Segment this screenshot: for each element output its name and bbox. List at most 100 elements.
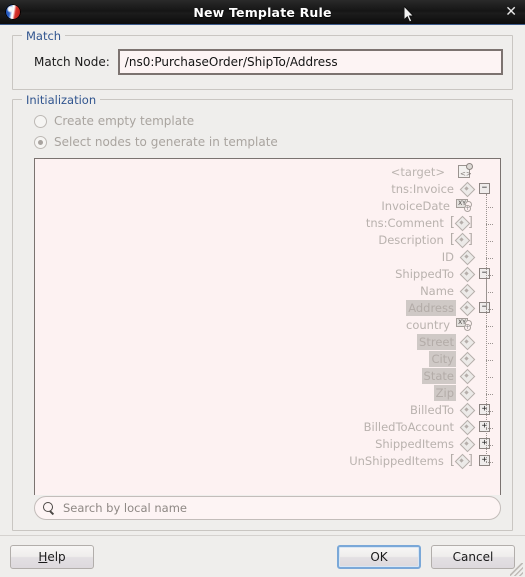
- node-selection-area: <target> <> tns:Invoice − InvoiceDate XY + tns:…: [34, 158, 501, 520]
- optional-element-icon: []: [449, 215, 473, 230]
- radio-button-selected-icon: [34, 135, 47, 149]
- expand-node-icon[interactable]: +: [479, 404, 490, 415]
- schema-tree-panel[interactable]: <target> <> tns:Invoice − InvoiceDate XY + tns:…: [34, 158, 501, 495]
- search-row[interactable]: Search by local name: [34, 496, 501, 520]
- expand-node-icon[interactable]: +: [479, 438, 490, 449]
- tree-connector-line: [486, 393, 493, 395]
- tree-row-label: BilledToAccount: [363, 419, 454, 434]
- radio-button-icon: [34, 114, 47, 128]
- optional-element-icon: []: [449, 453, 473, 468]
- close-icon[interactable]: ✕: [505, 5, 517, 19]
- tree-row-label: country: [406, 317, 450, 332]
- tree-row-label: Street: [417, 333, 456, 350]
- tree-row-label: ShippedTo: [395, 266, 454, 281]
- element-diamond-icon: [460, 403, 473, 416]
- tree-row[interactable]: UnShippedItems [] +: [35, 452, 494, 469]
- element-diamond-icon: [460, 437, 473, 450]
- element-diamond-icon: [460, 250, 473, 263]
- element-diamond-icon: [460, 420, 473, 433]
- element-diamond-icon: [460, 352, 473, 365]
- element-diamond-icon: [460, 267, 473, 280]
- tree-row-label: State: [421, 367, 456, 384]
- match-node-row: Match Node: /ns0:PurchaseOrder/ShipTo/Ad…: [22, 48, 503, 80]
- tree-row-label: tns:Invoice: [391, 181, 454, 196]
- tree-row[interactable]: Street: [35, 333, 494, 350]
- tree-connector-line: [486, 376, 493, 378]
- element-diamond-icon: [460, 369, 473, 382]
- radio-select-nodes-label: Select nodes to generate in template: [54, 135, 278, 149]
- tree-row-label: ShippedItems: [375, 436, 454, 451]
- match-group: Match Match Node: /ns0:PurchaseOrder/Shi…: [12, 29, 513, 90]
- element-diamond-icon: [460, 284, 473, 297]
- element-diamond-icon: [460, 386, 473, 399]
- tree-connector-line: [486, 325, 493, 327]
- collapse-node-icon[interactable]: −: [479, 183, 490, 194]
- radio-create-empty-template-label: Create empty template: [54, 114, 195, 128]
- tree-row[interactable]: Description []: [35, 231, 494, 248]
- tree-row-label: Description: [378, 232, 444, 247]
- element-diamond-icon: [460, 301, 473, 314]
- collapse-node-icon[interactable]: −: [479, 302, 490, 313]
- radio-create-empty-template[interactable]: Create empty template: [34, 114, 503, 128]
- ok-button[interactable]: OK: [337, 544, 421, 569]
- tree-connector-line: [486, 461, 493, 463]
- target-document-icon: <>: [451, 163, 473, 179]
- tree-connector-line: [486, 342, 493, 344]
- optional-element-icon: []: [449, 232, 473, 247]
- resize-grip[interactable]: [510, 563, 523, 576]
- expand-node-icon[interactable]: +: [479, 421, 490, 432]
- collapse-node-icon[interactable]: −: [479, 268, 490, 279]
- tree-row[interactable]: tns:Comment []: [35, 214, 494, 231]
- help-button[interactable]: Help: [10, 544, 94, 569]
- tree-row-label: UnShippedItems: [349, 453, 444, 468]
- radio-select-nodes[interactable]: Select nodes to generate in template: [34, 135, 503, 149]
- tree-connector-line: [486, 291, 493, 293]
- help-button-label: elp: [47, 549, 66, 564]
- tree-row[interactable]: ID: [35, 248, 494, 265]
- tree-connector-line: [486, 410, 493, 412]
- tree-connector-line: [486, 206, 493, 208]
- dialog-content: Match Match Node: /ns0:PurchaseOrder/Shi…: [0, 25, 525, 535]
- tree-row[interactable]: Address −: [35, 299, 494, 316]
- tree-row-label: BilledTo: [410, 402, 454, 417]
- tree-row[interactable]: <target> <>: [35, 163, 494, 180]
- window-title: New Template Rule: [193, 4, 332, 20]
- tree-row[interactable]: ShippedTo −: [35, 265, 494, 282]
- tree-connector-line: [486, 427, 493, 429]
- help-button-mnemonic: H: [38, 549, 48, 564]
- tree-row[interactable]: BilledToAccount +: [35, 418, 494, 435]
- tree-row-label: InvoiceDate: [381, 198, 450, 213]
- tree-row[interactable]: City: [35, 350, 494, 367]
- tree-connector-line: [486, 444, 493, 446]
- tree-row-label: Name: [420, 283, 454, 298]
- tree-row[interactable]: ShippedItems +: [35, 435, 494, 452]
- dialog-footer: Help OK Cancel: [0, 535, 525, 577]
- schema-tree: <target> <> tns:Invoice − InvoiceDate XY + tns:…: [35, 163, 496, 469]
- tree-row-label: <target>: [390, 164, 445, 179]
- element-diamond-icon: [460, 335, 473, 348]
- tree-row[interactable]: Zip: [35, 384, 494, 401]
- tree-row[interactable]: InvoiceDate XY +: [35, 197, 494, 214]
- tree-row-label: tns:Comment: [365, 215, 444, 230]
- tree-row[interactable]: tns:Invoice −: [35, 180, 494, 197]
- search-input[interactable]: Search by local name: [63, 501, 187, 515]
- attribute-xy-icon: XY +: [456, 198, 473, 213]
- tree-row-label: Address: [406, 299, 456, 316]
- expand-node-icon[interactable]: +: [479, 455, 490, 466]
- new-template-rule-dialog: New Template Rule ✕ Match Match Node: /n…: [0, 0, 525, 577]
- tree-connector-line: [486, 359, 493, 361]
- tree-row[interactable]: Name: [35, 282, 494, 299]
- tree-row[interactable]: BilledTo +: [35, 401, 494, 418]
- match-node-input[interactable]: /ns0:PurchaseOrder/ShipTo/Address: [117, 49, 503, 75]
- tree-row[interactable]: country XY +: [35, 316, 494, 333]
- tree-row[interactable]: State: [35, 367, 494, 384]
- tree-row-label: Zip: [433, 384, 456, 401]
- tree-connector-line: [486, 274, 493, 276]
- match-group-label: Match: [22, 29, 66, 43]
- title-bar[interactable]: New Template Rule ✕: [0, 0, 525, 25]
- search-icon: [43, 501, 56, 515]
- initialization-group-label: Initialization: [22, 93, 101, 107]
- tree-row-label: ID: [441, 249, 454, 264]
- cancel-button[interactable]: Cancel: [431, 544, 515, 569]
- tree-connector-line: [486, 308, 493, 310]
